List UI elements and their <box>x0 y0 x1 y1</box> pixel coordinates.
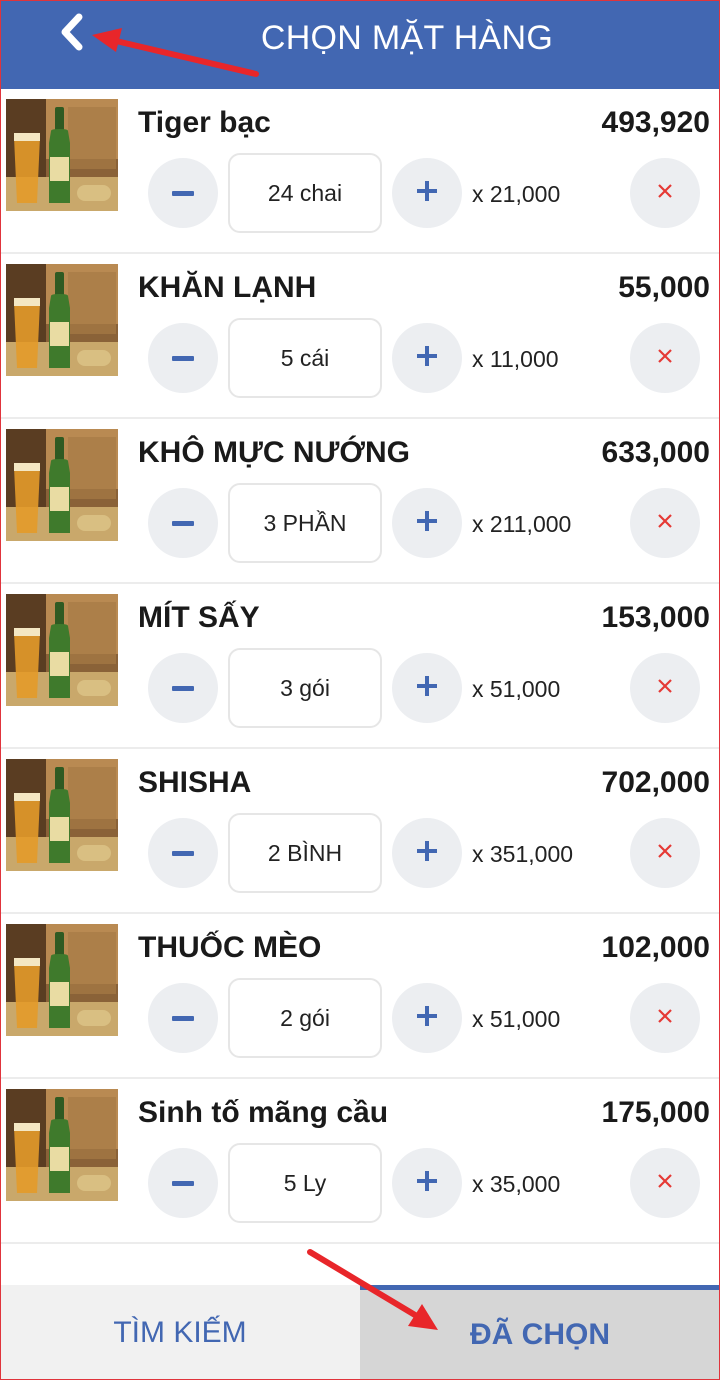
plus-icon <box>417 180 437 206</box>
item-total-price: 702,000 <box>601 766 710 799</box>
close-icon <box>657 843 673 864</box>
plus-icon <box>417 1170 437 1196</box>
quantity-field[interactable]: 5 cái <box>228 318 382 398</box>
quantity-field[interactable]: 2 gói <box>228 978 382 1058</box>
plus-icon <box>417 1005 437 1031</box>
close-icon <box>657 1173 673 1194</box>
decrease-quantity-button[interactable] <box>148 818 218 888</box>
bottom-tab-bar: TÌM KIẾM ĐÃ CHỌN <box>0 1285 720 1380</box>
minus-icon <box>172 349 194 367</box>
remove-item-button[interactable] <box>630 1148 700 1218</box>
plus-icon <box>417 840 437 866</box>
decrease-quantity-button[interactable] <box>148 158 218 228</box>
unit-price: x 51,000 <box>472 676 561 702</box>
increase-quantity-button[interactable] <box>392 818 462 888</box>
list-item: MÍT SẤY 153,000 3 gói x 51,000 <box>0 584 720 749</box>
selected-items-list: Tiger bạc 493,920 24 chai x 21,000 KHĂN … <box>0 89 720 1244</box>
increase-quantity-button[interactable] <box>392 653 462 723</box>
unit-price: x 35,000 <box>472 1171 561 1197</box>
tab-search[interactable]: TÌM KIẾM <box>0 1285 360 1380</box>
unit-price: x 211,000 <box>472 511 572 537</box>
remove-item-button[interactable] <box>630 323 700 393</box>
list-item: KHĂN LẠNH 55,000 5 cái x 11,000 <box>0 254 720 419</box>
close-icon <box>657 348 673 369</box>
item-total-price: 153,000 <box>601 601 710 634</box>
product-image <box>6 924 118 1036</box>
plus-icon <box>417 345 437 371</box>
plus-icon <box>417 675 437 701</box>
product-image <box>6 1089 118 1201</box>
item-name: KHĂN LẠNH <box>138 271 317 304</box>
remove-item-button[interactable] <box>630 158 700 228</box>
list-item: KHÔ MỰC NƯỚNG 633,000 3 PHẦN x 211,000 <box>0 419 720 584</box>
item-total-price: 175,000 <box>601 1096 710 1129</box>
quantity-field[interactable]: 3 gói <box>228 648 382 728</box>
increase-quantity-button[interactable] <box>392 1148 462 1218</box>
product-image <box>6 594 118 706</box>
quantity-field[interactable]: 24 chai <box>228 153 382 233</box>
unit-price: x 51,000 <box>472 1006 561 1032</box>
remove-item-button[interactable] <box>630 653 700 723</box>
decrease-quantity-button[interactable] <box>148 323 218 393</box>
minus-icon <box>172 1009 194 1027</box>
decrease-quantity-button[interactable] <box>148 653 218 723</box>
unit-price: x 21,000 <box>472 181 561 207</box>
product-image <box>6 429 118 541</box>
increase-quantity-button[interactable] <box>392 323 462 393</box>
increase-quantity-button[interactable] <box>392 488 462 558</box>
quantity-field[interactable]: 3 PHẦN <box>228 483 382 563</box>
close-icon <box>657 1008 673 1029</box>
item-total-price: 102,000 <box>601 931 710 964</box>
list-item: THUỐC MÈO 102,000 2 gói x 51,000 <box>0 914 720 1079</box>
list-item: Tiger bạc 493,920 24 chai x 21,000 <box>0 89 720 254</box>
list-item: Sinh tố mãng cầu 175,000 5 Ly x 35,000 <box>0 1079 720 1244</box>
decrease-quantity-button[interactable] <box>148 983 218 1053</box>
remove-item-button[interactable] <box>630 983 700 1053</box>
product-image <box>6 99 118 211</box>
close-icon <box>657 513 673 534</box>
remove-item-button[interactable] <box>630 488 700 558</box>
item-name: THUỐC MÈO <box>138 931 322 964</box>
plus-icon <box>417 510 437 536</box>
top-bar: CHỌN MẶT HÀNG <box>0 0 720 89</box>
quantity-field[interactable]: 5 Ly <box>228 1143 382 1223</box>
decrease-quantity-button[interactable] <box>148 1148 218 1218</box>
product-image <box>6 264 118 376</box>
unit-price: x 11,000 <box>472 346 559 372</box>
item-name: Tiger bạc <box>138 106 271 139</box>
item-name: Sinh tố mãng cầu <box>138 1096 389 1129</box>
increase-quantity-button[interactable] <box>392 158 462 228</box>
minus-icon <box>172 514 194 532</box>
decrease-quantity-button[interactable] <box>148 488 218 558</box>
item-total-price: 633,000 <box>601 436 710 469</box>
list-item: SHISHA 702,000 2 BÌNH x 351,000 <box>0 749 720 914</box>
minus-icon <box>172 184 194 202</box>
item-name: SHISHA <box>138 766 252 799</box>
minus-icon <box>172 844 194 862</box>
tab-selected[interactable]: ĐÃ CHỌN <box>360 1285 720 1380</box>
close-icon <box>657 678 673 699</box>
quantity-field[interactable]: 2 BÌNH <box>228 813 382 893</box>
page-title: CHỌN MẶT HÀNG <box>260 19 554 57</box>
increase-quantity-button[interactable] <box>392 983 462 1053</box>
remove-item-button[interactable] <box>630 818 700 888</box>
unit-price: x 351,000 <box>472 841 574 867</box>
minus-icon <box>172 1174 194 1192</box>
item-total-price: 55,000 <box>618 271 710 304</box>
item-name: MÍT SẤY <box>138 601 260 634</box>
minus-icon <box>172 679 194 697</box>
product-image <box>6 759 118 871</box>
item-name: KHÔ MỰC NƯỚNG <box>138 436 411 469</box>
item-total-price: 493,920 <box>601 106 710 139</box>
close-icon <box>657 183 673 204</box>
